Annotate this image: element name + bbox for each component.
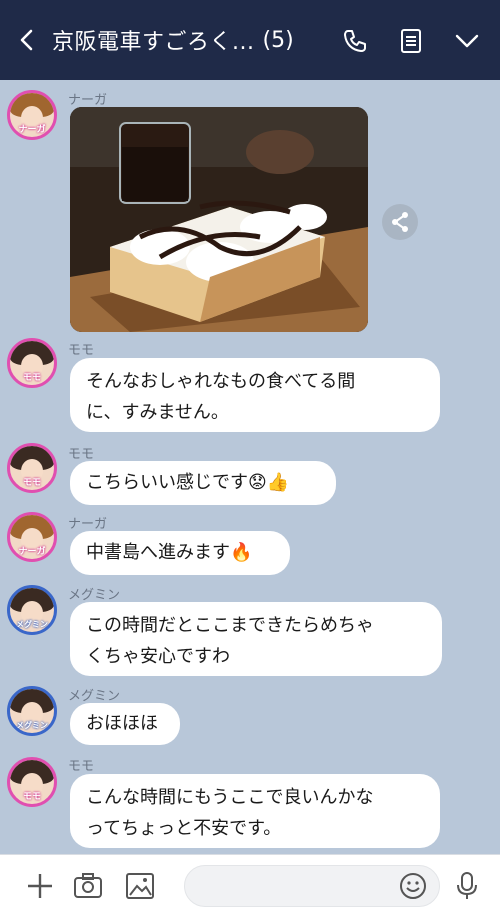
sender-name: メグミン xyxy=(68,689,121,704)
sender-name: メグミン xyxy=(68,588,121,603)
message-line: この時間だとここまできたらめちゃ xyxy=(86,615,374,636)
avatar-tag: ナーガ xyxy=(18,125,46,135)
plus-icon[interactable] xyxy=(25,871,55,901)
chevron-down-icon[interactable] xyxy=(454,28,480,54)
message-bubble[interactable]: こちらいい感じです😟👍 xyxy=(70,461,336,505)
avatar-naga[interactable]: ナーガ xyxy=(7,512,57,562)
avatar-megumin[interactable]: メグミン xyxy=(7,585,57,635)
avatar-momo[interactable]: モモ xyxy=(7,338,57,388)
message-bubble[interactable]: そんなおしゃれなもの食べてる間 に、すみません。 xyxy=(70,358,440,432)
avatar-tag: ナーガ xyxy=(18,547,46,557)
sender-name: ナーガ xyxy=(68,93,108,108)
header-actions xyxy=(342,28,480,54)
sender-name: モモ xyxy=(68,447,95,462)
back-chevron-icon[interactable] xyxy=(16,29,38,51)
avatar-tag: メグミン xyxy=(16,620,48,629)
message-line: くちゃ安心ですわ xyxy=(86,646,230,667)
input-bar xyxy=(0,854,500,915)
share-icon xyxy=(392,212,408,232)
avatar-tag: メグミン xyxy=(16,721,48,730)
message-bubble[interactable]: この時間だとここまできたらめちゃ くちゃ安心ですわ xyxy=(70,602,442,676)
avatar-tag: モモ xyxy=(22,478,41,488)
sender-name: モモ xyxy=(68,759,95,774)
message-bubble[interactable]: 中書島へ進みます🔥 xyxy=(70,531,290,575)
member-count: (5) xyxy=(262,27,294,53)
message-bubble[interactable]: こんな時間にもうここで良いんかな ってちょっと不安です。 xyxy=(70,774,440,848)
microphone-icon[interactable] xyxy=(452,871,482,901)
avatar-tag: モモ xyxy=(22,373,41,383)
avatar-megumin[interactable]: メグミン xyxy=(7,686,57,736)
avatar-momo[interactable]: モモ xyxy=(7,757,57,807)
message-line: そんなおしゃれなもの食べてる間 xyxy=(86,371,356,392)
shared-photo[interactable] xyxy=(70,107,368,332)
camera-icon[interactable] xyxy=(73,871,103,901)
emoji-icon[interactable] xyxy=(398,871,428,901)
avatar-naga[interactable]: ナーガ xyxy=(7,90,57,140)
share-button[interactable] xyxy=(382,204,418,240)
chat-header: 京阪電車すごろく... (5) xyxy=(0,0,500,80)
avatar-momo[interactable]: モモ xyxy=(7,443,57,493)
message-line: に、すみません。 xyxy=(86,402,229,423)
avatar-tag: モモ xyxy=(22,792,41,802)
message-line: ってちょっと不安です。 xyxy=(86,818,282,839)
message-line: こんな時間にもうここで良いんかな xyxy=(86,787,374,808)
french-toast-photo xyxy=(70,107,368,332)
image-icon[interactable] xyxy=(125,871,155,901)
notes-icon[interactable] xyxy=(398,28,424,54)
chat-title[interactable]: 京阪電車すごろく... xyxy=(52,24,254,56)
message-bubble[interactable]: おほほほ xyxy=(70,703,180,745)
sender-name: モモ xyxy=(68,343,95,358)
phone-icon[interactable] xyxy=(342,28,368,54)
sender-name: ナーガ xyxy=(68,517,108,532)
